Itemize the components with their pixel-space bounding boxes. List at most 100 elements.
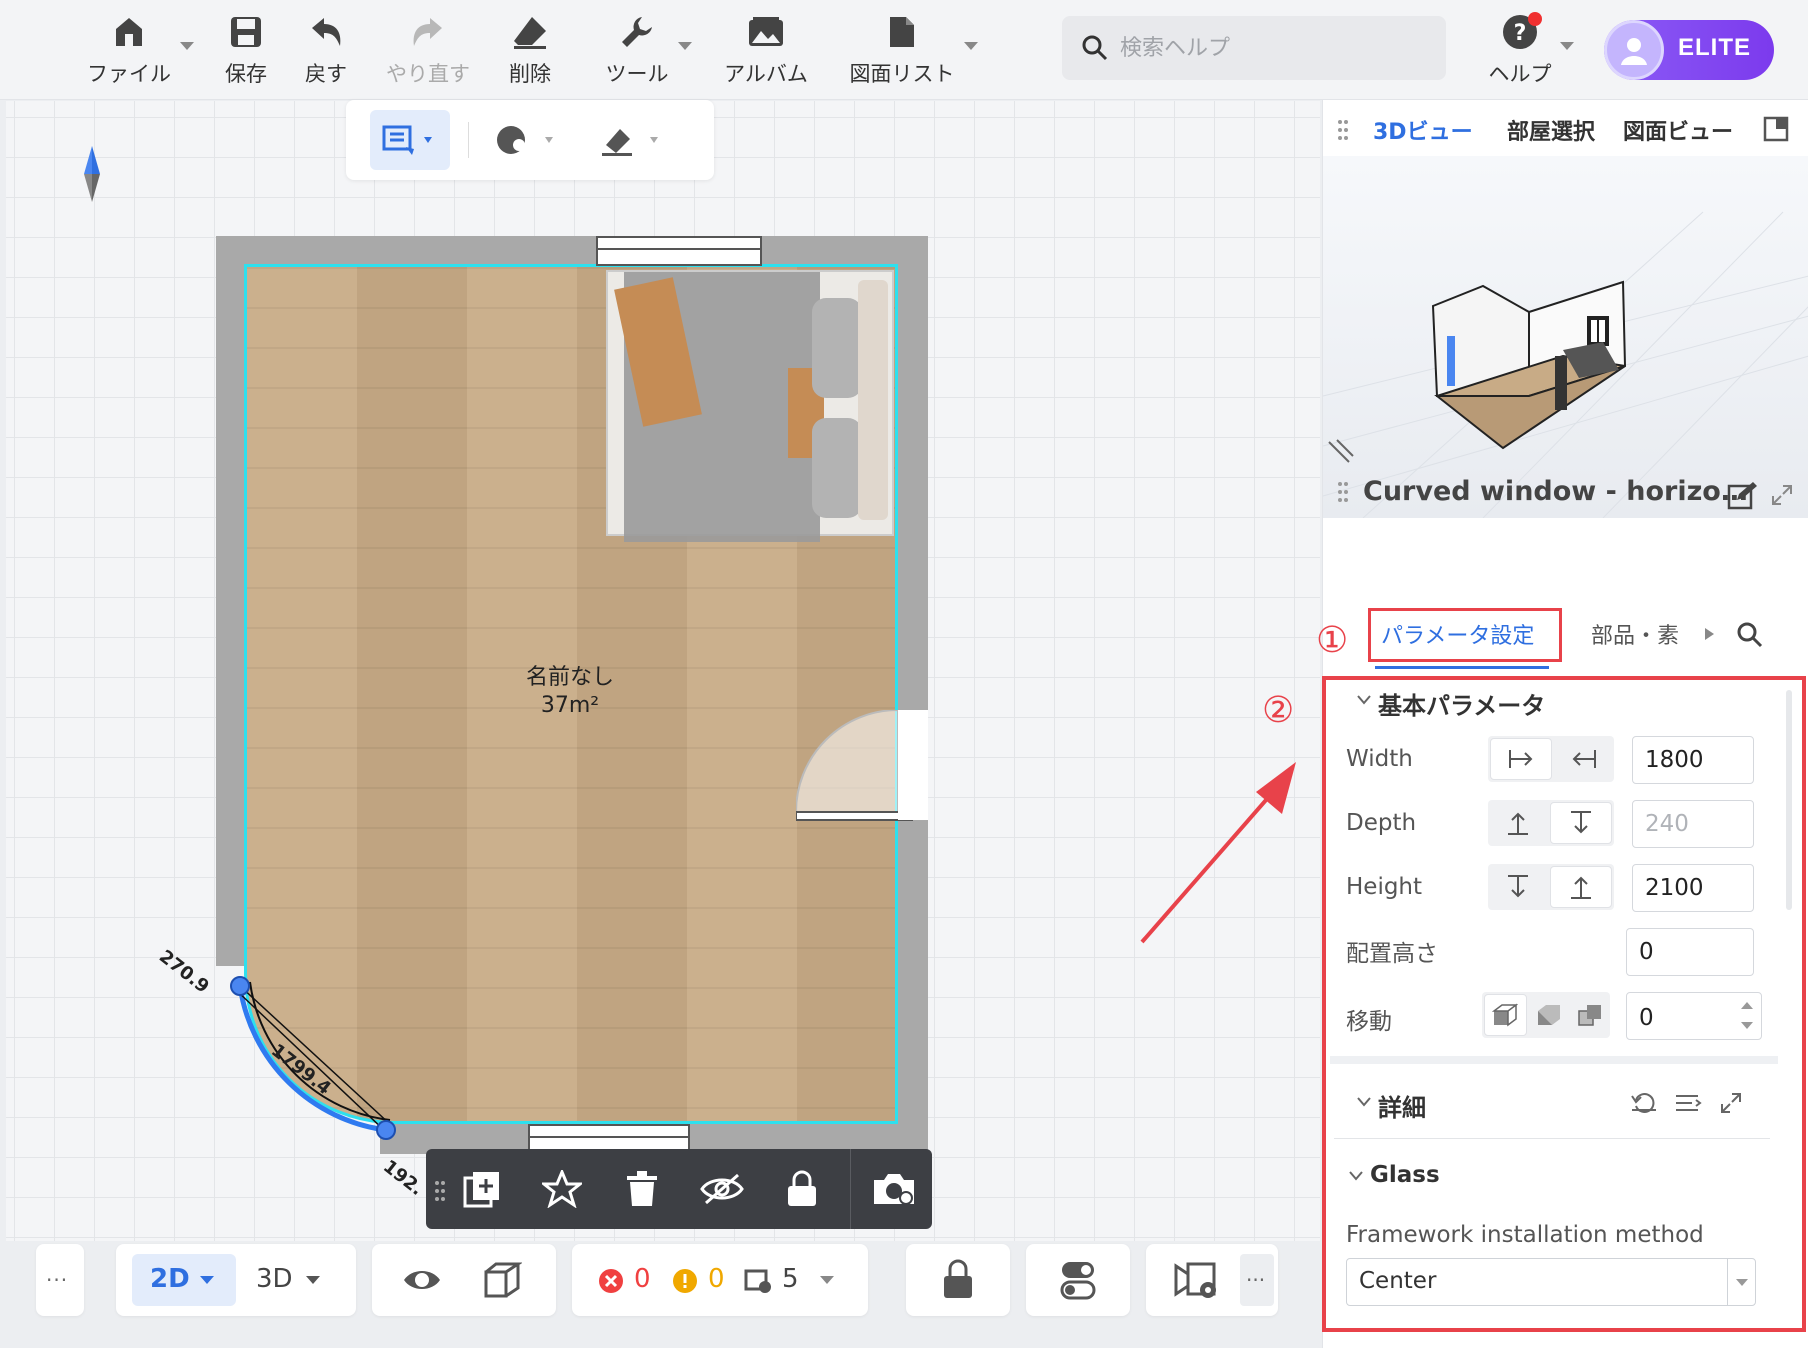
- extend-up-icon: [1571, 876, 1591, 899]
- bed[interactable]: [606, 270, 894, 542]
- paint-bucket-button[interactable]: [592, 110, 672, 170]
- compass-icon[interactable]: [82, 146, 102, 206]
- file-menu-button[interactable]: ファイル: [84, 12, 174, 88]
- duplicate-button[interactable]: [456, 1163, 508, 1215]
- depth-input[interactable]: 240: [1632, 800, 1754, 848]
- save-button[interactable]: 保存: [216, 12, 276, 88]
- undo-button[interactable]: 戻す: [296, 12, 356, 88]
- wall-top[interactable]: [216, 236, 928, 266]
- view-2d-button[interactable]: 2D: [132, 1254, 236, 1306]
- top-toolbar: ファイル 保存 戻す やり直す 削除 ツール アルバム 図面リスト 検索ヘルプ …: [0, 0, 1808, 100]
- select-mode-button[interactable]: [370, 110, 450, 170]
- help-label: ヘルプ: [1488, 62, 1552, 86]
- 3d-room-model[interactable]: [1323, 156, 1808, 518]
- delete-button[interactable]: 削除: [500, 12, 560, 88]
- tab-3d-view[interactable]: 3Dビュー: [1373, 114, 1473, 146]
- curve-handle-end[interactable]: [376, 1120, 396, 1140]
- help-search[interactable]: [1062, 16, 1446, 80]
- help-button[interactable]: ? ヘルプ: [1480, 12, 1560, 88]
- window-top[interactable]: [596, 236, 762, 266]
- width-extend-left-button[interactable]: [1554, 736, 1614, 782]
- height-extend-down-button[interactable]: [1488, 864, 1548, 910]
- window-toggle-icon[interactable]: [1763, 116, 1789, 142]
- redo-button[interactable]: やり直す: [380, 12, 476, 88]
- room-label[interactable]: 名前なし 37m²: [480, 664, 660, 720]
- drag-handle-icon[interactable]: [1337, 480, 1349, 504]
- drag-handle-icon[interactable]: [434, 1179, 446, 1203]
- search-icon: [1082, 35, 1108, 61]
- wall-right-upper[interactable]: [898, 236, 928, 710]
- more-button-right[interactable]: ···: [1240, 1254, 1274, 1306]
- depth-label: Depth: [1346, 810, 1417, 836]
- move-mode-back-button[interactable]: [1569, 992, 1610, 1038]
- tab-scroll-right-icon[interactable]: [1705, 628, 1714, 640]
- avatar[interactable]: [1604, 20, 1664, 80]
- pillow-bottom: [812, 418, 862, 518]
- glass-heading[interactable]: Glass: [1370, 1162, 1440, 1188]
- user-badge[interactable]: ELITE: [1604, 20, 1774, 80]
- elite-badge-label: ELITE: [1678, 34, 1752, 61]
- visibility-button[interactable]: [402, 1260, 442, 1304]
- expand-icon[interactable]: [1771, 484, 1793, 506]
- search-input[interactable]: [1120, 35, 1420, 61]
- material-brush-button[interactable]: [492, 110, 562, 170]
- select-arrow[interactable]: [1727, 1259, 1755, 1305]
- curve-handle-start[interactable]: [230, 976, 250, 996]
- drawing-list-button[interactable]: 図面リスト: [844, 12, 960, 88]
- stepper-up-icon[interactable]: [1741, 1002, 1753, 1009]
- tab-drawing-view[interactable]: 図面ビュー: [1623, 114, 1733, 146]
- chevron-down-icon[interactable]: [1356, 694, 1372, 706]
- camera-settings-button[interactable]: [868, 1163, 920, 1215]
- tools-menu-button[interactable]: ツール: [600, 12, 674, 88]
- depth-extend-up-button[interactable]: [1488, 800, 1548, 846]
- toggle-settings-button[interactable]: [1026, 1244, 1130, 1316]
- album-button[interactable]: アルバム: [720, 12, 812, 88]
- extend-left-icon: [1572, 750, 1596, 768]
- move-stepper[interactable]: [1736, 996, 1758, 1036]
- display-group: [372, 1244, 556, 1316]
- chevron-down-icon[interactable]: [1356, 1096, 1372, 1108]
- move-mode-front-button[interactable]: [1484, 994, 1527, 1036]
- favorite-button[interactable]: [536, 1163, 588, 1215]
- lock-button[interactable]: [776, 1163, 828, 1215]
- reset-icon[interactable]: [1630, 1090, 1658, 1114]
- tab-parts-materials[interactable]: 部品・素: [1591, 618, 1695, 650]
- wall-left[interactable]: [216, 236, 246, 966]
- tools-caret-icon[interactable]: [678, 42, 692, 50]
- lock-view-button[interactable]: [906, 1244, 1010, 1316]
- width-input[interactable]: 1800: [1632, 736, 1754, 784]
- detail-heading[interactable]: 詳細: [1378, 1088, 1426, 1123]
- search-icon[interactable]: [1737, 622, 1763, 648]
- curved-window-selected[interactable]: [160, 920, 460, 1180]
- caret-down-icon[interactable]: [820, 1276, 834, 1284]
- help-caret-icon[interactable]: [1560, 42, 1574, 50]
- height-input[interactable]: 2100: [1632, 864, 1754, 912]
- elevation-input[interactable]: 0: [1626, 928, 1754, 976]
- basic-params-heading[interactable]: 基本パラメータ: [1378, 686, 1545, 721]
- drag-handle-icon[interactable]: [1337, 118, 1349, 142]
- issues-group[interactable]: 0 0 5: [572, 1244, 868, 1316]
- view-3d-button[interactable]: 3D: [246, 1254, 342, 1306]
- wall-right-lower[interactable]: [898, 820, 928, 1154]
- more-button-left[interactable]: ···: [36, 1244, 84, 1316]
- edit-icon[interactable]: [1727, 480, 1757, 510]
- chevron-down-icon[interactable]: [1348, 1170, 1364, 1182]
- stepper-down-icon[interactable]: [1741, 1022, 1753, 1029]
- hide-button[interactable]: [696, 1163, 748, 1215]
- delete-object-button[interactable]: [616, 1163, 668, 1215]
- tab-room-select[interactable]: 部屋選択: [1507, 114, 1595, 146]
- expand-icon[interactable]: [1720, 1092, 1742, 1114]
- width-extend-right-button[interactable]: [1490, 738, 1552, 780]
- framework-select[interactable]: Center: [1346, 1258, 1756, 1306]
- move-mode-middle-button[interactable]: [1529, 992, 1570, 1038]
- 3d-preview[interactable]: [1323, 156, 1808, 518]
- door[interactable]: [796, 710, 928, 822]
- box-view-button[interactable]: [482, 1260, 523, 1304]
- render-settings-icon[interactable]: [1174, 1260, 1220, 1300]
- drawing-list-caret-icon[interactable]: [964, 42, 978, 50]
- file-caret-icon[interactable]: [180, 42, 194, 50]
- collapse-all-icon[interactable]: [1674, 1092, 1702, 1114]
- panel-scrollbar[interactable]: [1786, 690, 1792, 910]
- height-extend-up-button[interactable]: [1550, 866, 1612, 908]
- depth-extend-down-button[interactable]: [1550, 802, 1612, 844]
